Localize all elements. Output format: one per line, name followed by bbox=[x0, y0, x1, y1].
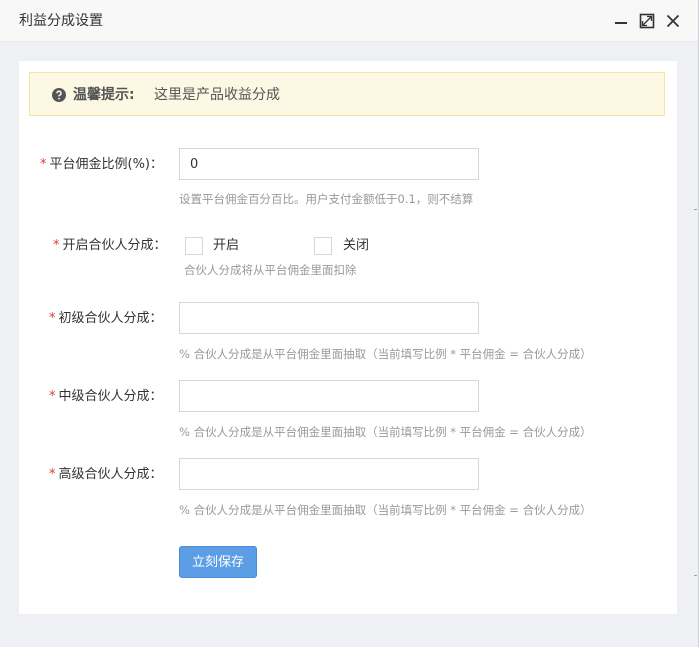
required-mark: * bbox=[49, 389, 56, 404]
level2-help: % 合伙人分成是从平台佣金里面抽取（当前填写比例 * 平台佣金 = 合伙人分成） bbox=[179, 425, 592, 439]
tip-heading: 温馨提示: bbox=[73, 87, 135, 103]
save-button[interactable]: 立刻保存 bbox=[179, 546, 257, 578]
question-circle-icon bbox=[52, 87, 66, 102]
edge-tick bbox=[694, 209, 697, 210]
required-mark: * bbox=[49, 311, 56, 326]
level3-input[interactable] bbox=[179, 458, 479, 490]
platform-rate-help: 设置平台佣金百分百比。用户支付金额低于0.1，则不结算 bbox=[179, 192, 474, 206]
level3-label: * 高级合伙人分成： bbox=[49, 465, 163, 485]
close-icon[interactable] bbox=[664, 12, 682, 30]
window-title: 利益分成设置 bbox=[19, 13, 103, 29]
enable-option-label[interactable]: 开启 bbox=[213, 236, 239, 256]
level3-label-text: 高级合伙人分成： bbox=[58, 467, 163, 482]
dialog-window: 利益分成设置 温馨提示: 这里是产品收益分成 * 平台佣金比例(%)： 0 设置… bbox=[0, 0, 699, 647]
partner-enable-help: 合伙人分成将从平台佣金里面扣除 bbox=[184, 263, 357, 277]
platform-rate-input[interactable] bbox=[179, 148, 479, 180]
title-bar[interactable]: 利益分成设置 bbox=[0, 0, 698, 42]
settings-panel: 温馨提示: 这里是产品收益分成 *平台佣金比例(%)： 设置平台佣金百分百比。用… bbox=[19, 61, 677, 614]
platform-rate-label-text: 平台佣金比例(%)： bbox=[49, 157, 164, 172]
level2-label-text: 中级合伙人分成： bbox=[58, 389, 163, 404]
partner-enable-label-text: 开启合伙人分成： bbox=[62, 238, 167, 253]
required-mark: * bbox=[53, 238, 60, 253]
disable-checkbox[interactable] bbox=[314, 237, 332, 255]
level1-help: % 合伙人分成是从平台佣金里面抽取（当前填写比例 * 平台佣金 = 合伙人分成） bbox=[179, 347, 592, 361]
required-mark: * bbox=[40, 157, 47, 172]
required-mark: * bbox=[49, 467, 56, 482]
level1-input[interactable] bbox=[179, 302, 479, 334]
level2-label: * 中级合伙人分成： bbox=[49, 387, 163, 407]
minimize-icon[interactable] bbox=[612, 12, 630, 30]
level1-label-text: 初级合伙人分成： bbox=[58, 311, 163, 326]
tip-notice: 温馨提示: 这里是产品收益分成 bbox=[29, 72, 665, 116]
tip-text: 这里是产品收益分成 bbox=[154, 87, 280, 103]
edge-tick bbox=[694, 575, 697, 576]
level2-input[interactable] bbox=[179, 380, 479, 412]
level3-help: % 合伙人分成是从平台佣金里面抽取（当前填写比例 * 平台佣金 = 合伙人分成） bbox=[179, 503, 592, 517]
maximize-icon[interactable] bbox=[638, 12, 656, 30]
level1-label: * 初级合伙人分成： bbox=[49, 309, 163, 329]
enable-checkbox[interactable] bbox=[185, 237, 203, 255]
partner-enable-label: * 开启合伙人分成： bbox=[53, 236, 167, 256]
disable-option-label[interactable]: 关闭 bbox=[343, 236, 369, 256]
platform-rate-label: * 平台佣金比例(%)： bbox=[40, 155, 163, 175]
